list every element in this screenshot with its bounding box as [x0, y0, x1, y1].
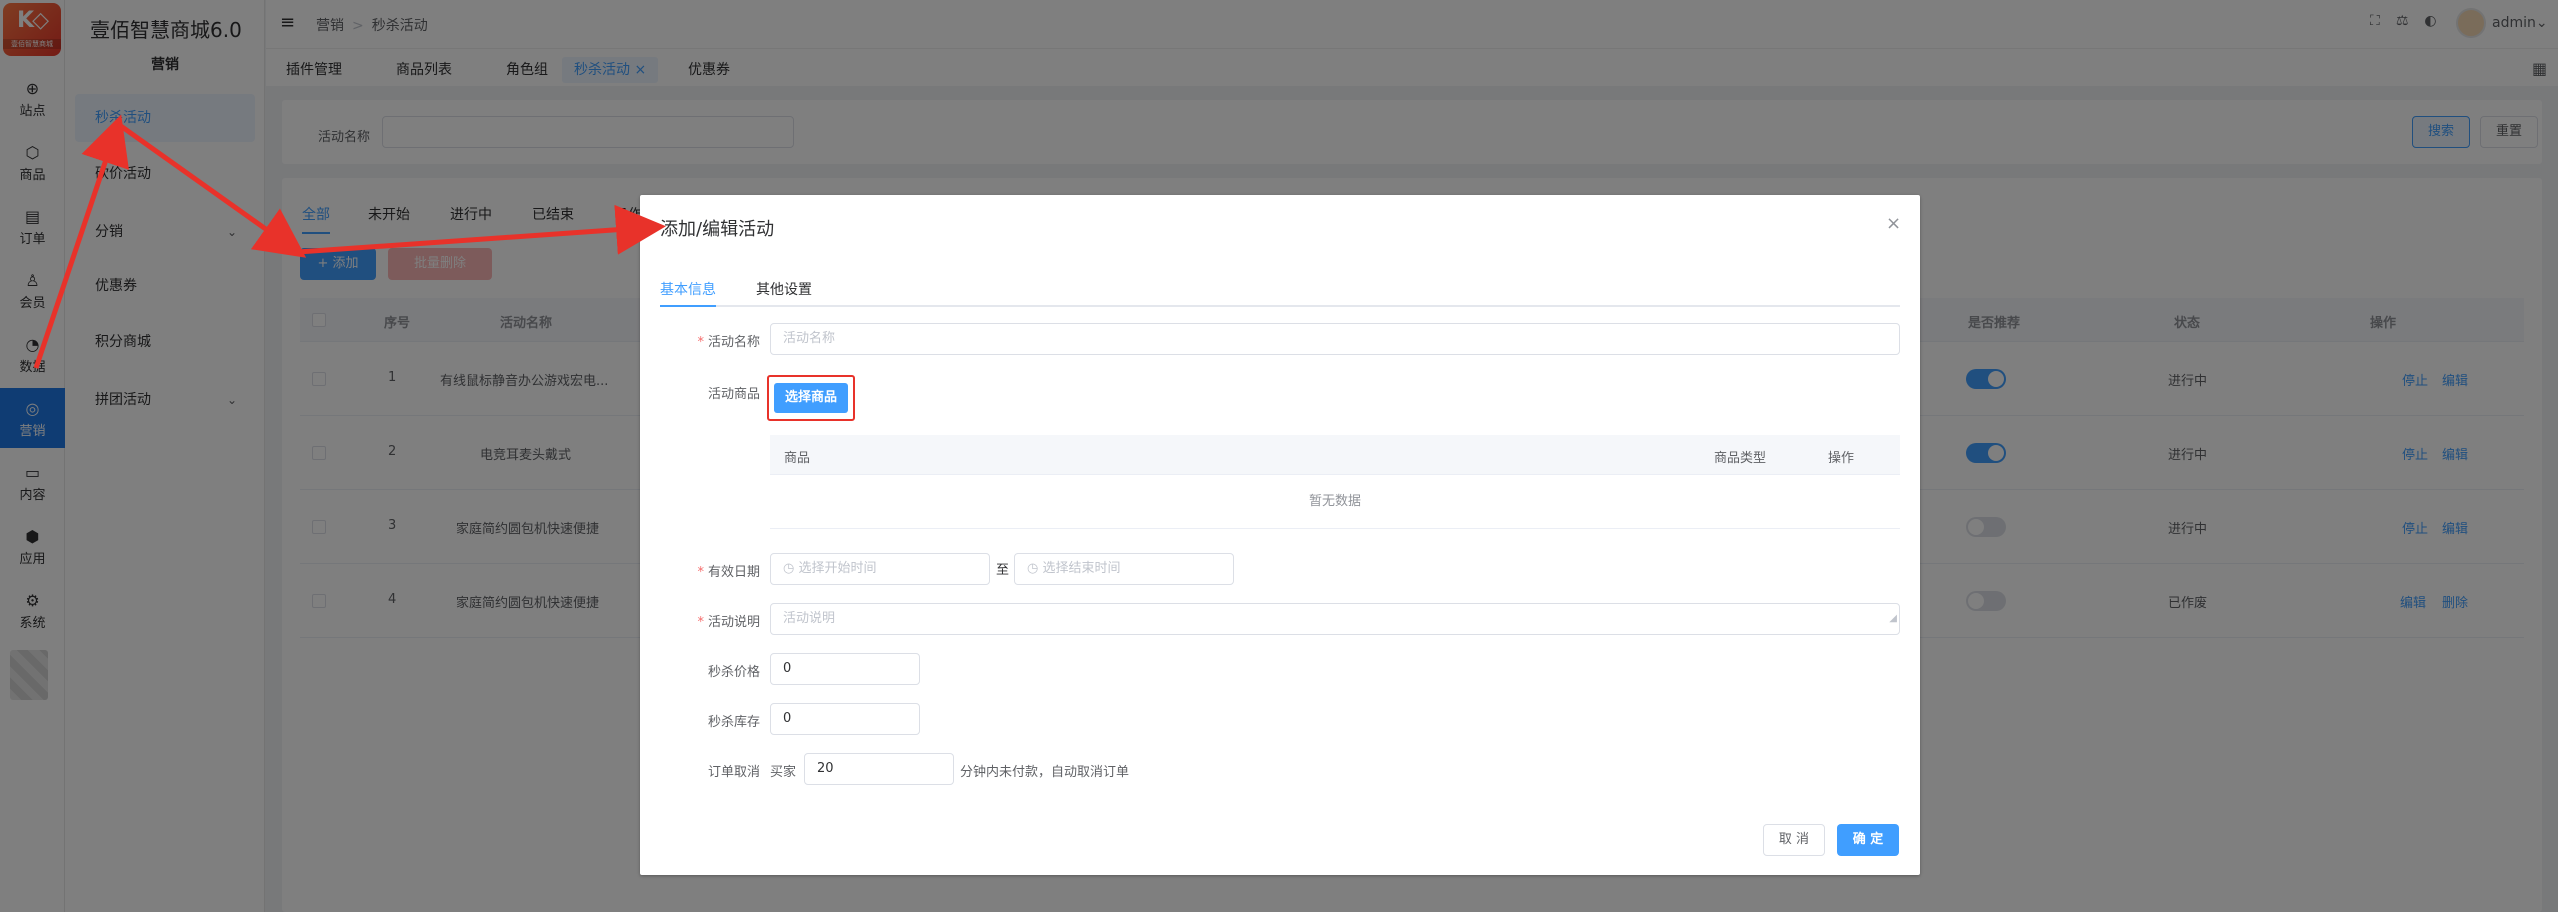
cancel-minutes-input[interactable]: 20	[804, 753, 954, 785]
cancel-suffix: 分钟内未付款，自动取消订单	[960, 765, 1130, 780]
col-goods-type: 商品类型	[1714, 451, 1767, 466]
dialog-title: 添加/编辑活动	[660, 219, 775, 240]
field-label: * 活动名称	[640, 331, 760, 350]
seckill-price-input[interactable]: 0	[770, 653, 920, 685]
input-value: 0	[783, 711, 792, 726]
activity-dialog: 添加/编辑活动 × 基本信息 其他设置 * 活动名称 活动名称 活动商品 选择商品…	[640, 195, 1920, 875]
field-label: * 活动说明	[640, 611, 760, 630]
placeholder: 活动名称	[783, 331, 836, 346]
placeholder: 选择开始时间	[798, 561, 877, 576]
goods-table-header: 商品 商品类型 操作	[770, 435, 1900, 475]
close-icon[interactable]: ×	[1886, 213, 1901, 234]
tab-active-indicator	[660, 305, 716, 307]
range-separator: 至	[996, 563, 1010, 578]
field-label: 活动商品	[707, 387, 760, 402]
required-mark: *	[697, 565, 704, 580]
start-date-picker[interactable]: ◷ 选择开始时间	[770, 553, 990, 585]
input-value: 20	[817, 761, 834, 776]
placeholder: 活动说明	[783, 611, 836, 626]
select-goods-button[interactable]: 选择商品	[774, 383, 848, 413]
resize-handle-icon[interactable]: ◢	[1889, 604, 1897, 634]
col-goods-action: 操作	[1828, 451, 1855, 466]
field-label: 订单取消	[707, 765, 760, 780]
field-label-text: 活动说明	[707, 615, 760, 630]
tab-other-settings[interactable]: 其他设置	[756, 279, 812, 299]
activity-name-input[interactable]: 活动名称	[770, 323, 1900, 355]
field-label-text: 活动名称	[707, 335, 760, 350]
clock-icon: ◷	[783, 561, 799, 576]
clock-icon: ◷	[1027, 561, 1043, 576]
col-goods: 商品	[784, 451, 811, 466]
placeholder: 选择结束时间	[1042, 561, 1121, 576]
end-date-picker[interactable]: ◷ 选择结束时间	[1014, 553, 1234, 585]
description-textarea[interactable]: 活动说明 ◢	[770, 603, 1900, 635]
field-label: * 有效日期	[640, 561, 760, 580]
field-label-text: 有效日期	[707, 565, 760, 580]
tab-basic-info[interactable]: 基本信息	[660, 279, 716, 299]
cancel-button[interactable]: 取 消	[1763, 824, 1825, 856]
required-mark: *	[697, 335, 704, 350]
cancel-prefix: 买家	[770, 765, 797, 780]
field-label: 秒杀库存	[707, 715, 760, 730]
seckill-stock-input[interactable]: 0	[770, 703, 920, 735]
input-value: 0	[783, 661, 792, 676]
empty-state: 暂无数据	[770, 475, 1900, 529]
confirm-button[interactable]: 确 定	[1837, 824, 1899, 856]
required-mark: *	[697, 615, 704, 630]
tab-divider	[660, 305, 1900, 307]
field-label: 秒杀价格	[707, 665, 760, 680]
